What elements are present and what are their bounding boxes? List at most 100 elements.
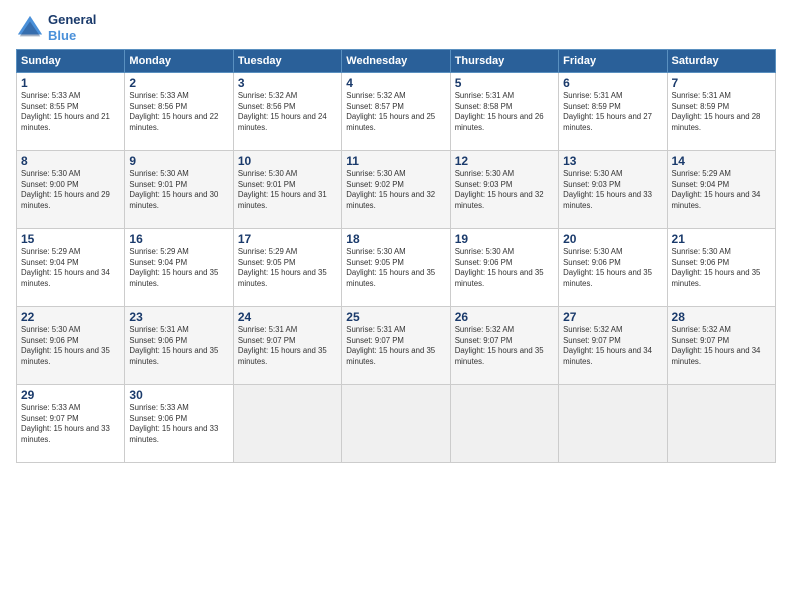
day-info: Sunrise: 5:30 AMSunset: 9:06 PMDaylight:…: [563, 247, 662, 289]
day-info: Sunrise: 5:30 AMSunset: 9:03 PMDaylight:…: [455, 169, 554, 211]
day-info: Sunrise: 5:29 AMSunset: 9:04 PMDaylight:…: [672, 169, 771, 211]
calendar-cell: 14Sunrise: 5:29 AMSunset: 9:04 PMDayligh…: [667, 151, 775, 229]
calendar-week-row: 8Sunrise: 5:30 AMSunset: 9:00 PMDaylight…: [17, 151, 776, 229]
day-info: Sunrise: 5:32 AMSunset: 8:57 PMDaylight:…: [346, 91, 445, 133]
day-info: Sunrise: 5:31 AMSunset: 8:58 PMDaylight:…: [455, 91, 554, 133]
day-info: Sunrise: 5:32 AMSunset: 9:07 PMDaylight:…: [672, 325, 771, 367]
day-number: 8: [21, 154, 120, 168]
day-info: Sunrise: 5:30 AMSunset: 9:03 PMDaylight:…: [563, 169, 662, 211]
day-info: Sunrise: 5:30 AMSunset: 9:06 PMDaylight:…: [672, 247, 771, 289]
col-header-wednesday: Wednesday: [342, 50, 450, 73]
calendar-week-row: 29Sunrise: 5:33 AMSunset: 9:07 PMDayligh…: [17, 385, 776, 463]
col-header-monday: Monday: [125, 50, 233, 73]
day-number: 16: [129, 232, 228, 246]
day-number: 30: [129, 388, 228, 402]
logo-icon: [16, 14, 44, 42]
calendar-cell: 7Sunrise: 5:31 AMSunset: 8:59 PMDaylight…: [667, 73, 775, 151]
calendar-cell: 25Sunrise: 5:31 AMSunset: 9:07 PMDayligh…: [342, 307, 450, 385]
calendar-cell: 15Sunrise: 5:29 AMSunset: 9:04 PMDayligh…: [17, 229, 125, 307]
day-number: 24: [238, 310, 337, 324]
day-number: 4: [346, 76, 445, 90]
calendar-cell: 12Sunrise: 5:30 AMSunset: 9:03 PMDayligh…: [450, 151, 558, 229]
day-info: Sunrise: 5:33 AMSunset: 8:56 PMDaylight:…: [129, 91, 228, 133]
day-info: Sunrise: 5:31 AMSunset: 8:59 PMDaylight:…: [672, 91, 771, 133]
day-number: 7: [672, 76, 771, 90]
day-info: Sunrise: 5:29 AMSunset: 9:05 PMDaylight:…: [238, 247, 337, 289]
calendar-cell: 10Sunrise: 5:30 AMSunset: 9:01 PMDayligh…: [233, 151, 341, 229]
day-number: 29: [21, 388, 120, 402]
calendar-cell: [450, 385, 558, 463]
day-number: 15: [21, 232, 120, 246]
day-info: Sunrise: 5:32 AMSunset: 9:07 PMDaylight:…: [563, 325, 662, 367]
day-info: Sunrise: 5:29 AMSunset: 9:04 PMDaylight:…: [129, 247, 228, 289]
col-header-saturday: Saturday: [667, 50, 775, 73]
calendar-cell: 17Sunrise: 5:29 AMSunset: 9:05 PMDayligh…: [233, 229, 341, 307]
day-number: 10: [238, 154, 337, 168]
col-header-thursday: Thursday: [450, 50, 558, 73]
calendar-cell: 23Sunrise: 5:31 AMSunset: 9:06 PMDayligh…: [125, 307, 233, 385]
calendar-week-row: 22Sunrise: 5:30 AMSunset: 9:06 PMDayligh…: [17, 307, 776, 385]
calendar-cell: 16Sunrise: 5:29 AMSunset: 9:04 PMDayligh…: [125, 229, 233, 307]
day-number: 6: [563, 76, 662, 90]
day-number: 26: [455, 310, 554, 324]
day-number: 13: [563, 154, 662, 168]
day-info: Sunrise: 5:30 AMSunset: 9:01 PMDaylight:…: [238, 169, 337, 211]
day-info: Sunrise: 5:32 AMSunset: 8:56 PMDaylight:…: [238, 91, 337, 133]
calendar-header-row: SundayMondayTuesdayWednesdayThursdayFrid…: [17, 50, 776, 73]
day-number: 5: [455, 76, 554, 90]
calendar-cell: 8Sunrise: 5:30 AMSunset: 9:00 PMDaylight…: [17, 151, 125, 229]
day-info: Sunrise: 5:31 AMSunset: 8:59 PMDaylight:…: [563, 91, 662, 133]
day-number: 27: [563, 310, 662, 324]
calendar-cell: 4Sunrise: 5:32 AMSunset: 8:57 PMDaylight…: [342, 73, 450, 151]
day-number: 19: [455, 232, 554, 246]
day-number: 11: [346, 154, 445, 168]
day-number: 3: [238, 76, 337, 90]
logo: General Blue: [16, 12, 96, 43]
calendar-cell: 20Sunrise: 5:30 AMSunset: 9:06 PMDayligh…: [559, 229, 667, 307]
day-info: Sunrise: 5:33 AMSunset: 9:06 PMDaylight:…: [129, 403, 228, 445]
day-info: Sunrise: 5:30 AMSunset: 9:05 PMDaylight:…: [346, 247, 445, 289]
day-info: Sunrise: 5:33 AMSunset: 9:07 PMDaylight:…: [21, 403, 120, 445]
day-info: Sunrise: 5:33 AMSunset: 8:55 PMDaylight:…: [21, 91, 120, 133]
day-number: 18: [346, 232, 445, 246]
day-info: Sunrise: 5:29 AMSunset: 9:04 PMDaylight:…: [21, 247, 120, 289]
day-number: 12: [455, 154, 554, 168]
calendar-cell: 29Sunrise: 5:33 AMSunset: 9:07 PMDayligh…: [17, 385, 125, 463]
day-number: 17: [238, 232, 337, 246]
day-info: Sunrise: 5:30 AMSunset: 9:06 PMDaylight:…: [455, 247, 554, 289]
day-number: 23: [129, 310, 228, 324]
day-number: 9: [129, 154, 228, 168]
calendar-cell: 27Sunrise: 5:32 AMSunset: 9:07 PMDayligh…: [559, 307, 667, 385]
calendar-cell: [233, 385, 341, 463]
day-number: 20: [563, 232, 662, 246]
day-number: 25: [346, 310, 445, 324]
day-info: Sunrise: 5:31 AMSunset: 9:06 PMDaylight:…: [129, 325, 228, 367]
day-info: Sunrise: 5:31 AMSunset: 9:07 PMDaylight:…: [238, 325, 337, 367]
calendar-cell: 21Sunrise: 5:30 AMSunset: 9:06 PMDayligh…: [667, 229, 775, 307]
calendar-cell: 24Sunrise: 5:31 AMSunset: 9:07 PMDayligh…: [233, 307, 341, 385]
day-info: Sunrise: 5:31 AMSunset: 9:07 PMDaylight:…: [346, 325, 445, 367]
calendar-cell: 2Sunrise: 5:33 AMSunset: 8:56 PMDaylight…: [125, 73, 233, 151]
calendar-cell: 22Sunrise: 5:30 AMSunset: 9:06 PMDayligh…: [17, 307, 125, 385]
day-number: 2: [129, 76, 228, 90]
day-info: Sunrise: 5:30 AMSunset: 9:06 PMDaylight:…: [21, 325, 120, 367]
day-number: 1: [21, 76, 120, 90]
calendar-cell: 30Sunrise: 5:33 AMSunset: 9:06 PMDayligh…: [125, 385, 233, 463]
calendar-cell: 19Sunrise: 5:30 AMSunset: 9:06 PMDayligh…: [450, 229, 558, 307]
calendar-cell: 18Sunrise: 5:30 AMSunset: 9:05 PMDayligh…: [342, 229, 450, 307]
col-header-sunday: Sunday: [17, 50, 125, 73]
calendar-cell: 28Sunrise: 5:32 AMSunset: 9:07 PMDayligh…: [667, 307, 775, 385]
calendar-page: General Blue SundayMondayTuesdayWednesda…: [0, 0, 792, 612]
calendar-cell: [667, 385, 775, 463]
calendar-cell: 1Sunrise: 5:33 AMSunset: 8:55 PMDaylight…: [17, 73, 125, 151]
calendar-cell: 11Sunrise: 5:30 AMSunset: 9:02 PMDayligh…: [342, 151, 450, 229]
day-info: Sunrise: 5:32 AMSunset: 9:07 PMDaylight:…: [455, 325, 554, 367]
calendar-cell: 13Sunrise: 5:30 AMSunset: 9:03 PMDayligh…: [559, 151, 667, 229]
calendar-week-row: 15Sunrise: 5:29 AMSunset: 9:04 PMDayligh…: [17, 229, 776, 307]
calendar-cell: [559, 385, 667, 463]
calendar-cell: [342, 385, 450, 463]
day-info: Sunrise: 5:30 AMSunset: 9:01 PMDaylight:…: [129, 169, 228, 211]
calendar-cell: 5Sunrise: 5:31 AMSunset: 8:58 PMDaylight…: [450, 73, 558, 151]
col-header-tuesday: Tuesday: [233, 50, 341, 73]
header: General Blue: [16, 12, 776, 43]
